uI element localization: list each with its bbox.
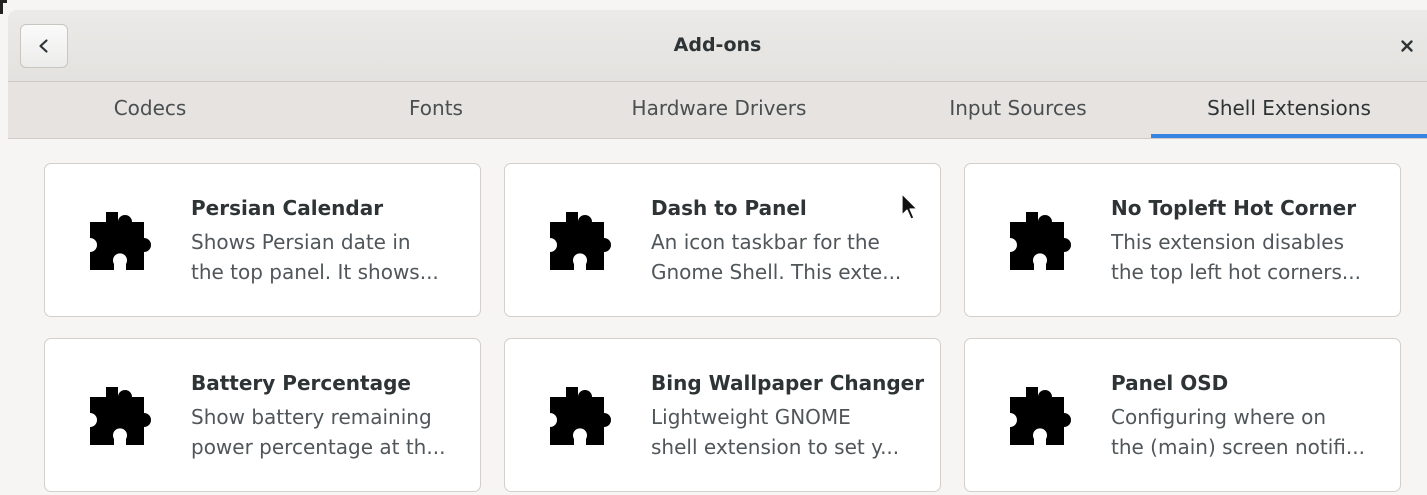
extension-description: Lightweight GNOME shell extension to set… — [651, 402, 919, 462]
puzzle-piece-icon — [1010, 387, 1071, 445]
extension-description: This extension disables the top left hot… — [1111, 227, 1379, 287]
window-title: Add-ons — [673, 34, 762, 56]
description-line: Show battery remaining — [191, 405, 432, 429]
description-line: Shows Persian date in — [191, 230, 411, 254]
puzzle-piece-icon — [550, 387, 611, 445]
description-line: Lightweight GNOME — [651, 405, 851, 429]
extension-card[interactable]: No Topleft Hot Corner This extension dis… — [964, 163, 1401, 317]
description-line: the (main) screen notifi... — [1111, 435, 1365, 459]
window-corner-mark — [0, 0, 7, 14]
extension-description: Shows Persian date in the top panel. It … — [191, 227, 459, 287]
close-icon — [1401, 40, 1413, 52]
extension-card[interactable]: Bing Wallpaper Changer Lightweight GNOME… — [504, 338, 941, 492]
description-line: shell extension to set y... — [651, 435, 900, 459]
mouse-pointer-icon — [901, 193, 918, 220]
description-line: the top panel. It shows... — [191, 260, 439, 284]
extension-name: Panel OSD — [1111, 371, 1229, 395]
extension-name: Persian Calendar — [191, 196, 384, 220]
tab-codecs[interactable]: Codecs — [60, 82, 240, 138]
puzzle-piece-icon — [550, 212, 611, 270]
description-line: the top left hot corners... — [1111, 260, 1361, 284]
extension-card[interactable]: Persian Calendar Shows Persian date in t… — [44, 163, 481, 317]
header-bar: Add-ons — [8, 10, 1427, 82]
extension-name: Dash to Panel — [651, 196, 807, 220]
description-line: Gnome Shell. This exte... — [651, 260, 902, 284]
close-button[interactable] — [1395, 34, 1419, 58]
description-line: Configuring where on — [1111, 405, 1327, 429]
extension-description: An icon taskbar for the Gnome Shell. Thi… — [651, 227, 919, 287]
tab-shell-extensions[interactable]: Shell Extensions — [1151, 82, 1427, 138]
tab-bar: Codecs Fonts Hardware Drivers Input Sour… — [8, 82, 1427, 139]
extension-description: Configuring where on the (main) screen n… — [1111, 402, 1379, 462]
extension-name: Bing Wallpaper Changer — [651, 371, 925, 395]
extension-description: Show battery remaining power percentage … — [191, 402, 459, 462]
tab-input-sources[interactable]: Input Sources — [918, 82, 1118, 138]
extension-card[interactable]: Dash to Panel An icon taskbar for the Gn… — [504, 163, 941, 317]
tab-hardware-drivers[interactable]: Hardware Drivers — [609, 82, 829, 138]
extension-name: Battery Percentage — [191, 371, 411, 395]
puzzle-piece-icon — [90, 387, 151, 445]
description-line: power percentage at th... — [191, 435, 446, 459]
tab-fonts[interactable]: Fonts — [346, 82, 526, 138]
extension-name: No Topleft Hot Corner — [1111, 196, 1357, 220]
extension-card[interactable]: Panel OSD Configuring where on the (main… — [964, 338, 1401, 492]
extension-card[interactable]: Battery Percentage Show battery remainin… — [44, 338, 481, 492]
description-line: An icon taskbar for the — [651, 230, 880, 254]
description-line: This extension disables — [1111, 230, 1344, 254]
puzzle-piece-icon — [90, 212, 151, 270]
puzzle-piece-icon — [1010, 212, 1071, 270]
